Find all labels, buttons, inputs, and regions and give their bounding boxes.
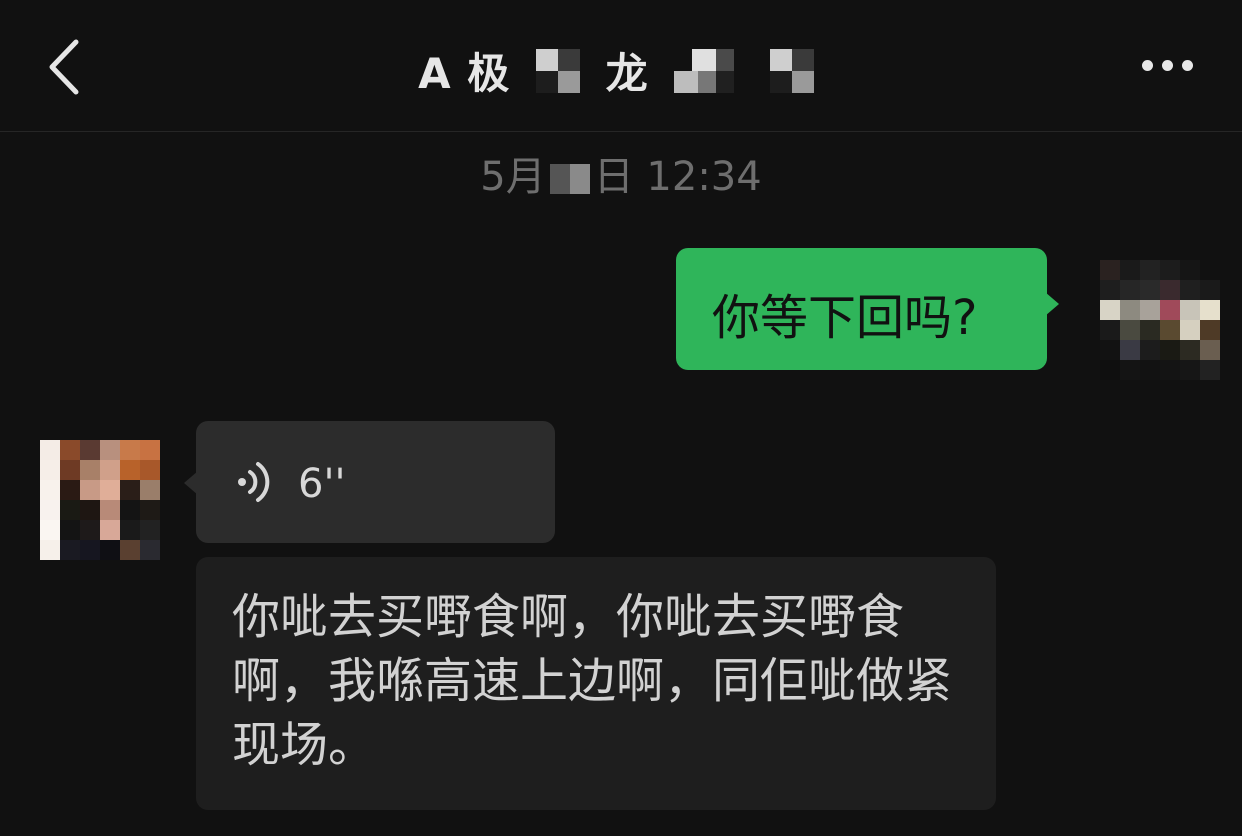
contact-avatar[interactable]	[40, 440, 160, 560]
voice-transcript-text: 你呲去买嘢食啊，你呲去买嘢食啊，我喺高速上边啊，同佢呲做紧现场。	[232, 589, 953, 773]
timestamp-mosaic	[549, 164, 590, 194]
title-mosaic-1	[535, 48, 580, 93]
more-button[interactable]	[1142, 56, 1202, 76]
message-timestamp: 5月 日 12:34	[0, 144, 1242, 202]
title-mosaic-3	[769, 48, 814, 93]
my-avatar[interactable]	[1100, 260, 1220, 380]
voice-transcript-bubble[interactable]: 你呲去买嘢食啊，你呲去买嘢食啊，我喺高速上边啊，同佢呲做紧现场。	[196, 557, 996, 810]
title-text-part1: A 极	[418, 49, 511, 98]
outgoing-message-text: 你等下回吗?	[712, 290, 978, 346]
voice-message-bubble[interactable]: 6''	[184, 421, 555, 543]
timestamp-prefix: 5月	[480, 154, 546, 200]
chat-title: A 极 龙	[0, 40, 1242, 101]
voice-duration: 6''	[298, 461, 346, 507]
voice-wave-icon	[238, 462, 270, 502]
more-horizontal-icon	[1142, 56, 1193, 75]
outgoing-message-bubble[interactable]: 你等下回吗?	[676, 248, 1059, 370]
title-text-part2: 龙	[605, 49, 649, 98]
timestamp-suffix: 日 12:34	[593, 154, 762, 200]
title-mosaic-2	[674, 48, 735, 93]
navigation-bar: A 极 龙	[0, 0, 1242, 132]
